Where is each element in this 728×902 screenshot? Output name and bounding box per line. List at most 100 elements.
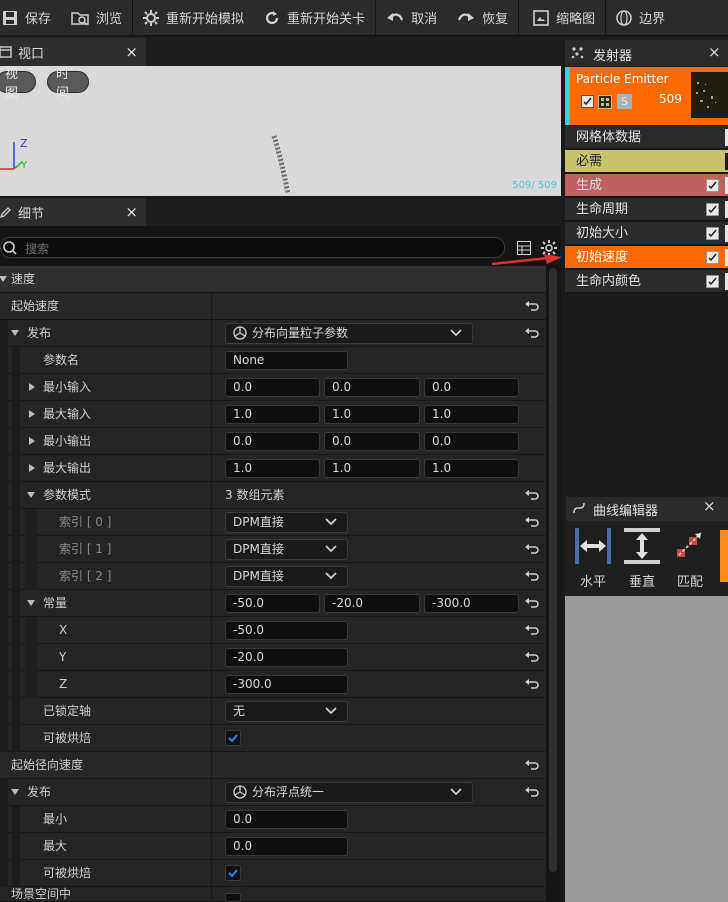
expand-triangle-icon[interactable]: [29, 410, 35, 418]
undo-button[interactable]: 取消: [376, 0, 447, 36]
tab-viewport[interactable]: 视口 ×: [0, 38, 146, 66]
max-input-y[interactable]: 1.0: [324, 405, 420, 424]
radial-distribution-dropdown[interactable]: 分布浮点统一: [225, 782, 473, 803]
fit-horizontal-label: 水平: [579, 575, 606, 590]
emitter-solo-toggle[interactable]: [598, 95, 612, 109]
constant-x[interactable]: -50.0: [225, 594, 320, 613]
max-output-x[interactable]: 1.0: [225, 459, 320, 478]
module-initial-size[interactable]: 初始大小: [565, 222, 728, 245]
radial-max-input[interactable]: 0.0: [225, 837, 348, 856]
constant-y[interactable]: -20.0: [324, 594, 420, 613]
viewport-canvas[interactable]: 视图 时间 Z Y 509/ 509: [0, 66, 561, 196]
index-2-dropdown[interactable]: DPM直接: [225, 566, 348, 587]
min-input-z[interactable]: 0.0: [424, 378, 519, 397]
fit-horizontal-button[interactable]: 水平: [573, 527, 613, 590]
constant-z[interactable]: -300.0: [424, 594, 519, 613]
module-color-over-life[interactable]: 生命内颜色: [565, 270, 728, 293]
emitter-enable-checkbox[interactable]: [581, 95, 594, 108]
reset-icon[interactable]: [524, 487, 540, 503]
min-output-z[interactable]: 0.0: [424, 432, 519, 451]
details-search-input[interactable]: 搜索: [0, 237, 505, 258]
save-button[interactable]: 保存: [0, 0, 61, 36]
table-view-icon[interactable]: [517, 241, 531, 255]
bounds-button[interactable]: 边界: [606, 0, 675, 36]
module-enable-checkbox[interactable]: [706, 227, 719, 240]
fit-button[interactable]: 匹配: [670, 527, 710, 590]
scene-space-checkbox[interactable]: [225, 893, 241, 902]
module-enable-checkbox[interactable]: [706, 203, 719, 216]
reset-icon[interactable]: [524, 325, 540, 341]
param-name-input[interactable]: None: [225, 351, 348, 370]
collapse-triangle-icon[interactable]: [11, 330, 19, 336]
reset-icon[interactable]: [524, 541, 540, 557]
tab-details[interactable]: 细节 ×: [0, 198, 146, 226]
close-icon[interactable]: ×: [125, 203, 138, 221]
max-input-z[interactable]: 1.0: [424, 405, 519, 424]
collapse-triangle-icon[interactable]: [0, 276, 7, 282]
expand-triangle-icon[interactable]: [29, 383, 35, 391]
emitter-header[interactable]: Particle Emitter S 509: [565, 67, 728, 125]
indent-guide: [12, 833, 20, 860]
can-bake-2-checkbox[interactable]: [225, 865, 241, 881]
emitter-s-badge[interactable]: S: [617, 94, 632, 109]
module-enable-checkbox[interactable]: [706, 179, 719, 192]
can-bake-checkbox[interactable]: [225, 730, 241, 746]
fit-vertical-button[interactable]: 垂直: [622, 527, 662, 590]
restart-level-button[interactable]: 重新开始关卡: [254, 0, 375, 36]
browse-button[interactable]: 浏览: [61, 0, 132, 36]
index-1-dropdown[interactable]: DPM直接: [225, 539, 348, 560]
distribution-dropdown[interactable]: 分布向量粒子参数: [225, 323, 473, 344]
close-icon[interactable]: ×: [708, 43, 721, 61]
curve-editor-overflow-button[interactable]: [720, 530, 728, 582]
indent-guide: [0, 725, 8, 752]
y-input[interactable]: -20.0: [225, 648, 348, 667]
index-0-dropdown[interactable]: DPM直接: [225, 512, 348, 533]
category-velocity[interactable]: 速度: [0, 266, 546, 293]
close-icon[interactable]: ×: [703, 497, 716, 515]
module-required[interactable]: 必需: [565, 150, 728, 173]
collapse-triangle-icon[interactable]: [27, 600, 35, 606]
reset-icon[interactable]: [524, 568, 540, 584]
reset-icon[interactable]: [524, 298, 540, 314]
start-velocity-label: 起始速度: [11, 299, 60, 313]
fit-horizontal-icon: [575, 528, 611, 564]
reset-icon[interactable]: [524, 514, 540, 530]
details-scrollbar[interactable]: [549, 268, 557, 872]
reset-icon[interactable]: [524, 784, 540, 800]
max-output-y[interactable]: 1.0: [324, 459, 420, 478]
module-mesh-data[interactable]: 网格体数据: [565, 126, 728, 149]
max-output-z[interactable]: 1.0: [424, 459, 519, 478]
max-input-x[interactable]: 1.0: [225, 405, 320, 424]
expand-triangle-icon[interactable]: [29, 464, 35, 472]
module-spawn[interactable]: 生成: [565, 174, 728, 197]
restart-sim-button[interactable]: 重新开始模拟: [133, 0, 254, 36]
min-input-y[interactable]: 0.0: [324, 378, 420, 397]
module-enable-checkbox[interactable]: [706, 275, 719, 288]
reset-icon[interactable]: [524, 676, 540, 692]
module-initial-velocity[interactable]: 初始速度: [565, 246, 728, 269]
close-icon[interactable]: ×: [125, 43, 138, 61]
x-input[interactable]: -50.0: [225, 621, 348, 640]
indent-guide: [25, 536, 37, 563]
collapse-triangle-icon[interactable]: [27, 492, 35, 498]
reset-icon[interactable]: [524, 757, 540, 773]
reset-icon[interactable]: [524, 622, 540, 638]
collapse-triangle-icon[interactable]: [11, 789, 19, 795]
thumbnail-button[interactable]: 缩略图: [519, 0, 605, 36]
prop-can-bake: 可被烘焙: [0, 725, 546, 752]
min-output-y[interactable]: 0.0: [324, 432, 420, 451]
module-lifetime[interactable]: 生命周期: [565, 198, 728, 221]
min-input-x[interactable]: 0.0: [225, 378, 320, 397]
reset-icon[interactable]: [524, 649, 540, 665]
index-label: 索引 [ 2 ]: [59, 569, 112, 583]
locked-axis-dropdown[interactable]: 无: [225, 701, 348, 722]
view-button[interactable]: 视图: [0, 67, 36, 101]
radial-min-input[interactable]: 0.0: [225, 810, 348, 829]
expand-triangle-icon[interactable]: [29, 437, 35, 445]
module-enable-checkbox[interactable]: [706, 251, 719, 264]
z-input[interactable]: -300.0: [225, 675, 348, 694]
reset-icon[interactable]: [524, 595, 540, 611]
min-output-x[interactable]: 0.0: [225, 432, 320, 451]
redo-button[interactable]: 恢复: [447, 0, 518, 36]
time-button[interactable]: 时间: [47, 67, 89, 101]
